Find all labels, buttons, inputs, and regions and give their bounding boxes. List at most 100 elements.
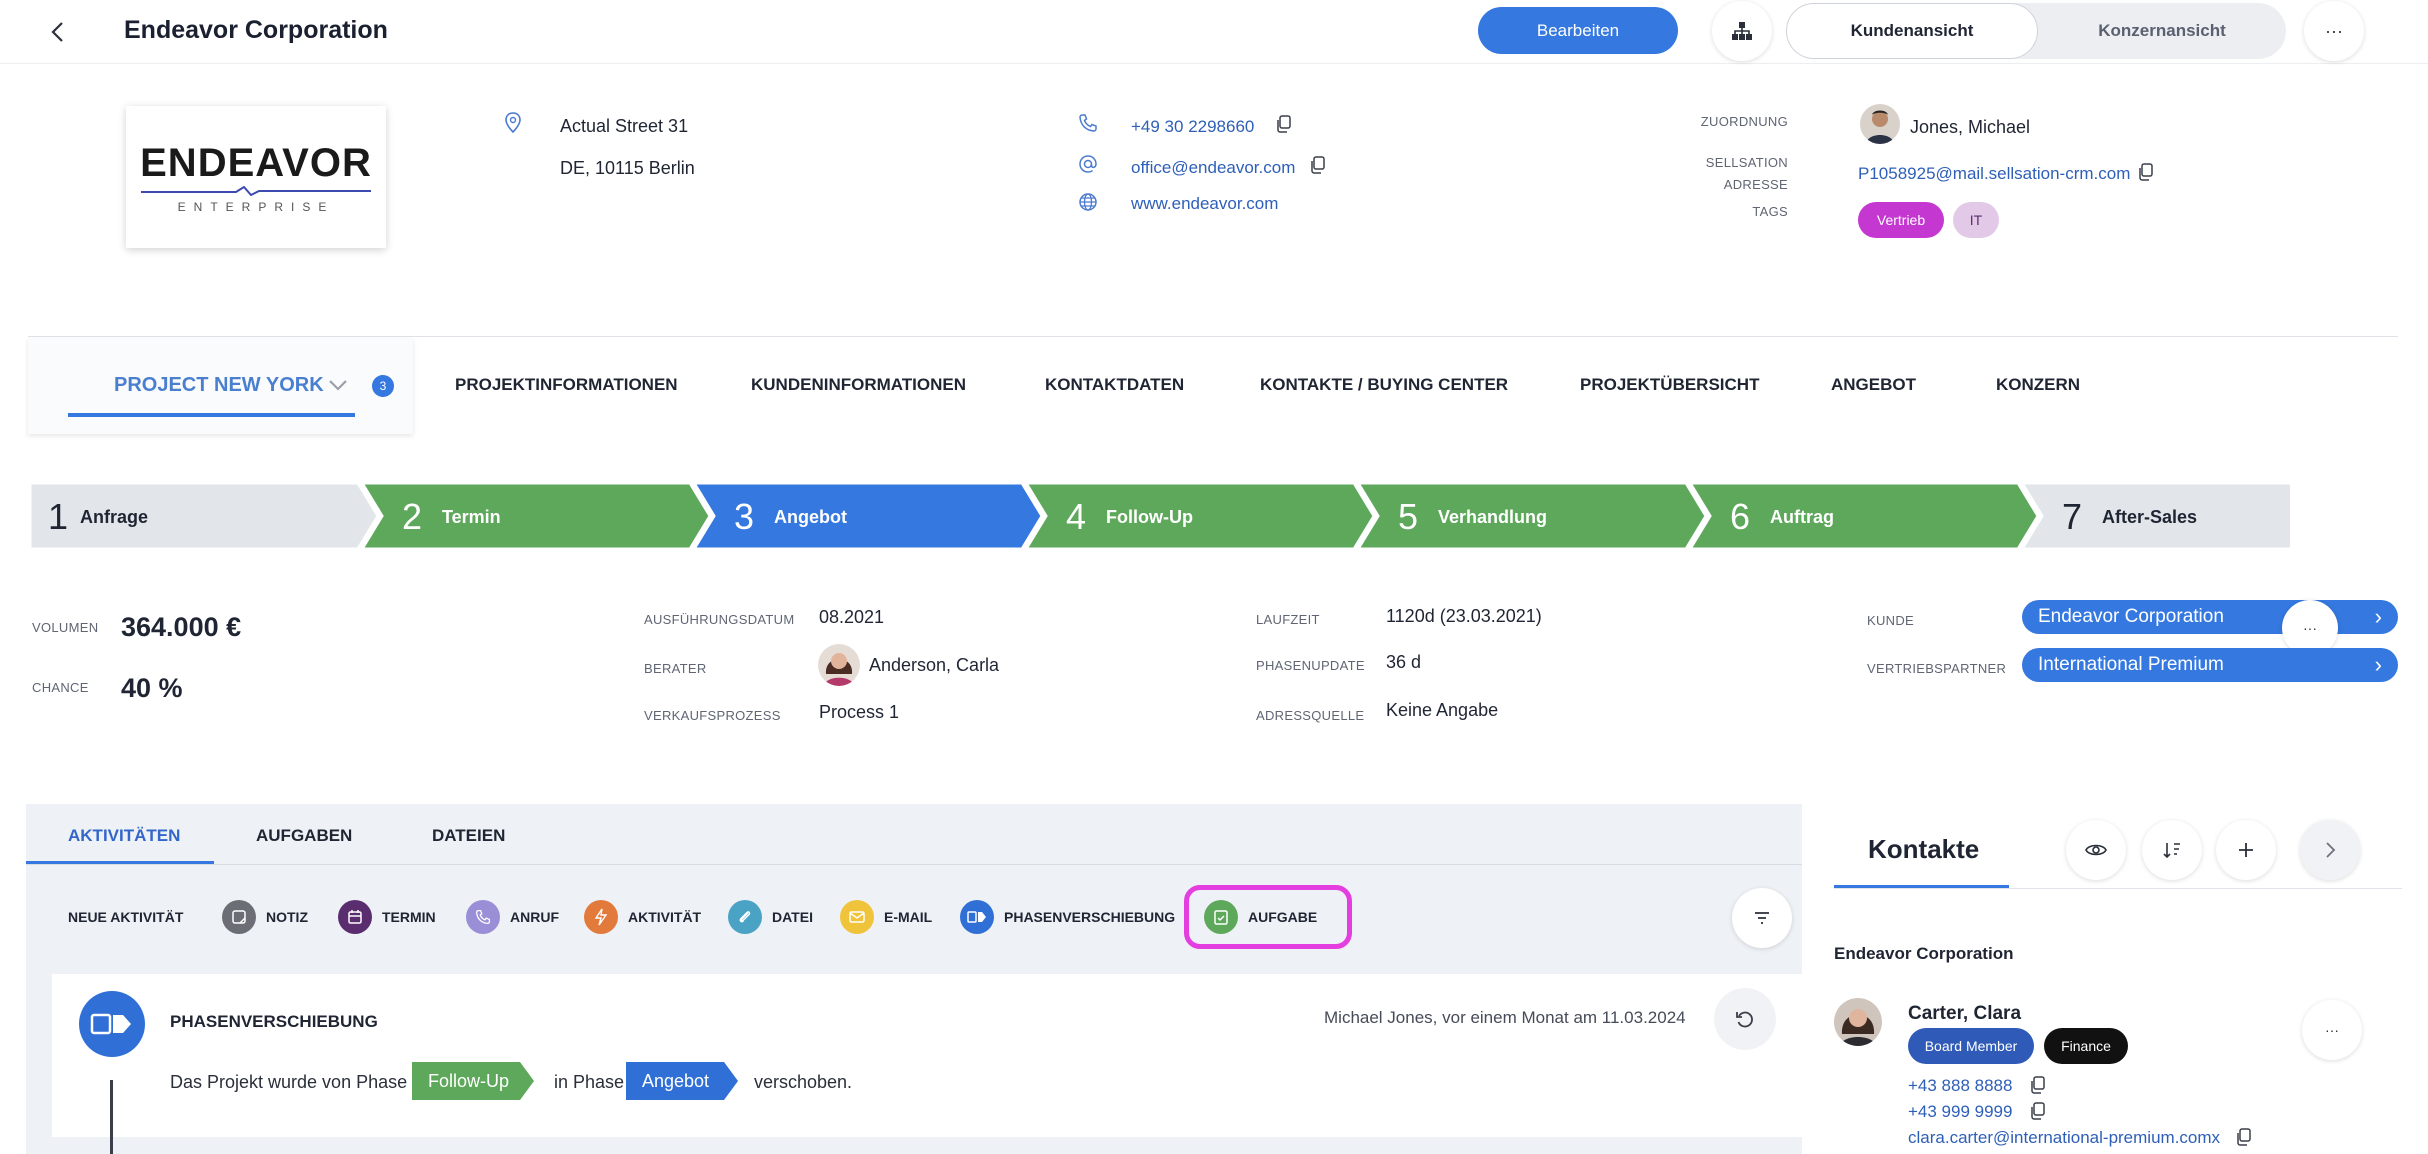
- tab-kontakte-buying-center[interactable]: KONTAKTE / BUYING CENTER: [1260, 375, 1508, 395]
- tab-dateien[interactable]: DATEIEN: [432, 826, 505, 846]
- address-city: DE, 10115 Berlin: [560, 158, 695, 178]
- customer-link-pill[interactable]: Endeavor Corporation ›: [2022, 600, 2398, 634]
- filter-button[interactable]: [1732, 888, 1792, 948]
- feed-text-mid: in Phase: [554, 1072, 625, 1092]
- address-street: Actual Street 31: [560, 116, 689, 136]
- task-highlight-box: [1184, 885, 1352, 949]
- quick-call-button[interactable]: ANRUF: [466, 900, 559, 934]
- phase-label: Verhandlung: [1438, 507, 1547, 527]
- contact-name[interactable]: Carter, Clara: [1908, 1003, 2021, 1025]
- contacts-title: Kontakte: [1868, 834, 1980, 864]
- undo-button[interactable]: [1714, 988, 1776, 1050]
- tab-kontaktdaten[interactable]: KONTAKTDATEN: [1045, 375, 1184, 395]
- calendar-icon: [338, 900, 372, 934]
- company-phone-link[interactable]: +49 30 2298660: [1131, 117, 1254, 137]
- role-badge-finance: Finance: [2044, 1028, 2128, 1064]
- chevron-right-icon: ›: [2374, 652, 2382, 677]
- copy-icon[interactable]: [2236, 1128, 2252, 1146]
- quick-phase-shift-button[interactable]: PHASENVERSCHIEBUNG: [960, 900, 1175, 934]
- contact-more-button[interactable]: ···: [2302, 1000, 2362, 1060]
- phase-number: 7: [2062, 496, 2082, 537]
- phase-step-after-sales[interactable]: 7 After-Sales: [2019, 483, 2290, 551]
- back-button[interactable]: [40, 14, 76, 50]
- contact-email[interactable]: clara.carter@international-premium.comx: [1908, 1128, 2220, 1148]
- project-selector[interactable]: PROJECT NEW YORK 3: [28, 338, 413, 434]
- assignment-label: ZUORDNUNG: [1700, 114, 1788, 129]
- company-website-link[interactable]: www.endeavor.com: [1131, 194, 1278, 214]
- phase-number: 4: [1066, 496, 1086, 537]
- project-name[interactable]: PROJECT NEW YORK: [114, 374, 324, 397]
- tab-projektuebersicht[interactable]: PROJEKTÜBERSICHT: [1580, 375, 1759, 395]
- runtime-value: 1120d (23.03.2021): [1386, 606, 1542, 626]
- sort-button[interactable]: [2142, 820, 2202, 880]
- chance-value: 40 %: [121, 673, 183, 703]
- sellsation-label: SELLSATION: [1705, 155, 1788, 170]
- company-email-link[interactable]: office@endeavor.com: [1131, 158, 1295, 178]
- volume-value: 364.000 €: [121, 612, 242, 642]
- tab-konzern[interactable]: KONZERN: [1996, 375, 2080, 395]
- tag-vertrieb[interactable]: Vertrieb: [1858, 202, 1944, 238]
- project-count-badge: 3: [372, 375, 394, 397]
- tags-label: TAGS: [1752, 204, 1788, 219]
- tag-it[interactable]: IT: [1953, 202, 1999, 238]
- collapse-contacts-button[interactable]: [2300, 820, 2360, 880]
- phase-shift-icon: [960, 900, 994, 934]
- tab-projektinformationen[interactable]: PROJEKTINFORMATIONEN: [455, 375, 678, 395]
- copy-icon[interactable]: [1276, 115, 1292, 133]
- phase-label: Auftrag: [1770, 507, 1834, 527]
- avatar: [1860, 104, 1900, 144]
- phase-label: After-Sales: [2102, 507, 2197, 527]
- partner-label: VERTRIEBSPARTNER: [1867, 661, 2007, 676]
- customer-label: KUNDE: [1867, 613, 1915, 628]
- avatar: [818, 644, 860, 686]
- chevron-down-icon[interactable]: [328, 378, 348, 392]
- copy-icon[interactable]: [2138, 163, 2154, 181]
- process-value: Process 1: [819, 702, 900, 722]
- quick-email-button[interactable]: E-MAIL: [840, 900, 932, 934]
- add-contact-button[interactable]: [2216, 820, 2276, 880]
- customer-value: Endeavor Corporation: [2038, 606, 2224, 627]
- phase-step-angebot[interactable]: 3 Angebot: [691, 483, 1044, 551]
- chance-label: CHANCE: [32, 680, 89, 695]
- quick-file-button[interactable]: DATEI: [728, 900, 813, 934]
- plus-icon: [2239, 843, 2253, 857]
- phase-step-follow-up[interactable]: 4 Follow-Up: [1023, 483, 1376, 551]
- org-chart-button[interactable]: [1712, 1, 1772, 61]
- copy-icon[interactable]: [1310, 156, 1326, 174]
- phase-label: Termin: [442, 507, 501, 527]
- visibility-button[interactable]: [2066, 820, 2126, 880]
- partner-link-pill[interactable]: International Premium ›: [2022, 648, 2398, 682]
- contact-phone-2[interactable]: +43 999 9999: [1908, 1102, 2012, 1122]
- phase-number: 1: [48, 496, 68, 537]
- group-view-tab[interactable]: Konzernansicht: [2038, 3, 2286, 59]
- chevron-left-icon: [51, 22, 63, 42]
- filter-icon: [1755, 912, 1769, 924]
- feed-text-start: Das Projekt wurde von Phase: [170, 1072, 408, 1092]
- more-button[interactable]: ···: [2304, 1, 2364, 61]
- phase-step-termin[interactable]: 2 Termin: [359, 483, 712, 551]
- source-label: ADRESSQUELLE: [1256, 708, 1365, 723]
- feed-text-end: verschoben.: [754, 1072, 853, 1092]
- quick-note-button[interactable]: NOTIZ: [222, 900, 308, 934]
- copy-icon[interactable]: [2030, 1102, 2046, 1120]
- phase-step-verhandlung[interactable]: 5 Verhandlung: [1355, 483, 1708, 551]
- customer-view-tab[interactable]: Kundenansicht: [1786, 3, 2038, 59]
- copy-icon[interactable]: [2030, 1076, 2046, 1094]
- phase-step-anfrage[interactable]: 1 Anfrage: [30, 483, 380, 551]
- tab-aktivitaeten[interactable]: AKTIVITÄTEN: [68, 826, 180, 846]
- activity-tab-divider: [26, 864, 1802, 865]
- tab-aufgaben[interactable]: AUFGABEN: [256, 826, 352, 846]
- tab-kundeninformationen[interactable]: KUNDENINFORMATIONEN: [751, 375, 966, 395]
- sellsation-email-link[interactable]: P1058925@mail.sellsation-crm.com: [1858, 164, 2130, 184]
- edit-button[interactable]: Bearbeiten: [1478, 7, 1678, 54]
- exec-date-value: 08.2021: [819, 607, 885, 627]
- assignment-value: Jones, Michael: [1910, 117, 2031, 137]
- exec-date-label: AUSFÜHRUNGSDATUM: [644, 612, 795, 627]
- tab-angebot[interactable]: ANGEBOT: [1831, 375, 1916, 395]
- quick-appointment-button[interactable]: TERMIN: [338, 900, 436, 934]
- mail-icon: [840, 900, 874, 934]
- quick-activity-button[interactable]: AKTIVITÄT: [584, 900, 701, 934]
- phase-step-auftrag[interactable]: 6 Auftrag: [1687, 483, 2040, 551]
- contact-phone-1[interactable]: +43 888 8888: [1908, 1076, 2012, 1096]
- eye-icon: [2085, 844, 2107, 856]
